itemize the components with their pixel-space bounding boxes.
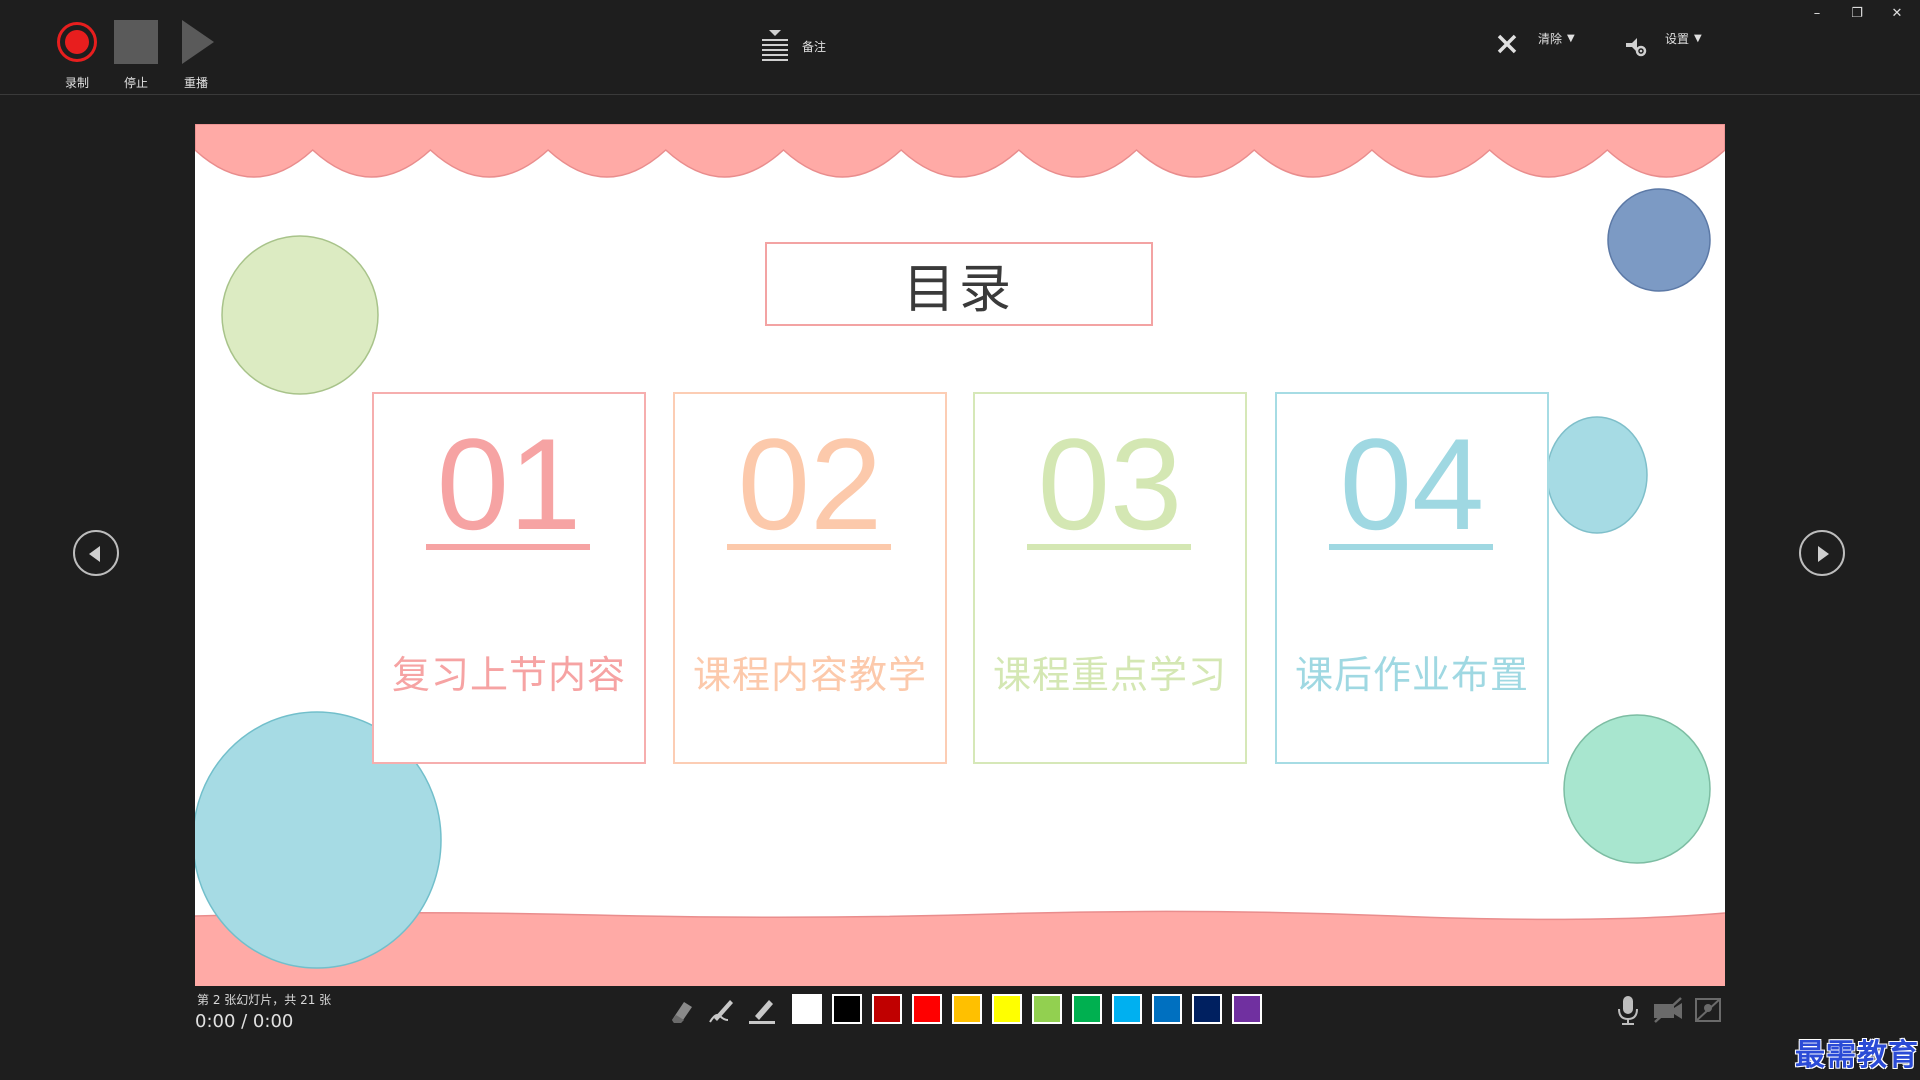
settings-dropdown[interactable]: 设置 ▼ (1665, 30, 1702, 47)
chevron-right-icon (1818, 546, 1829, 562)
stop-label: 停止 (123, 76, 148, 90)
chevron-down-icon: ▼ (1694, 33, 1702, 44)
toc-underline (1027, 544, 1191, 550)
color-swatch[interactable] (1112, 994, 1142, 1024)
settings-label: 设置 (1665, 32, 1690, 46)
slide-title: 目录 (765, 242, 1153, 326)
color-swatch[interactable] (792, 994, 822, 1024)
color-swatch[interactable] (832, 994, 862, 1024)
highlighter-icon (749, 1000, 775, 1024)
slide-title-text: 目录 (902, 259, 1015, 320)
eraser-button[interactable] (662, 992, 702, 1028)
clear-icon[interactable] (1496, 33, 1518, 55)
previous-slide-button[interactable] (73, 530, 119, 576)
color-swatch[interactable] (992, 994, 1022, 1024)
clear-label: 清除 (1538, 32, 1563, 46)
pen-tools (662, 992, 782, 1028)
toc-text: 复习上节内容 (391, 653, 626, 697)
toc-number: 03 (1037, 411, 1183, 557)
record-button[interactable]: 录制 (47, 18, 107, 91)
microphone-icon (1618, 996, 1638, 1025)
notes-icon (762, 30, 788, 61)
camera-off-icon (1654, 997, 1682, 1023)
close-button[interactable]: ✕ (1877, 2, 1917, 26)
toc-text: 课程重点学习 (992, 653, 1227, 697)
toc-number: 02 (737, 411, 883, 557)
restore-button[interactable]: ❐ (1837, 2, 1877, 26)
next-slide-button[interactable] (1799, 530, 1845, 576)
color-swatch[interactable] (1032, 994, 1062, 1024)
color-swatch[interactable] (1232, 994, 1262, 1024)
microphone-button[interactable] (1608, 992, 1648, 1028)
time-display: 0:00 / 0:00 (195, 1011, 294, 1032)
minimize-button[interactable]: – (1797, 2, 1837, 26)
color-swatch[interactable] (1152, 994, 1182, 1024)
highlighter-button[interactable] (742, 992, 782, 1028)
play-icon (172, 18, 220, 66)
color-swatch[interactable] (1072, 994, 1102, 1024)
pen-button[interactable] (702, 992, 742, 1028)
stop-icon (112, 18, 160, 66)
chevron-down-icon: ▼ (1567, 33, 1575, 44)
toc-number: 01 (436, 411, 582, 557)
replay-button[interactable]: 重播 (166, 18, 226, 91)
chevron-left-icon (89, 546, 100, 562)
toc-card-3[interactable]: 03 课程重点学习 (973, 392, 1247, 764)
notes-label: 备注 (802, 39, 827, 54)
camera-button[interactable] (1648, 992, 1688, 1028)
pen-icon (709, 1000, 733, 1023)
recording-toolbar: 录制 停止 重播 备注 清除 ▼ 设置 ▼ – ❐ ✕ (0, 0, 1920, 95)
toc-text: 课后作业布置 (1294, 653, 1529, 697)
color-swatch[interactable] (912, 994, 942, 1024)
toc-number: 04 (1339, 411, 1485, 557)
notes-button[interactable]: 备注 (760, 28, 826, 64)
color-swatch[interactable] (952, 994, 982, 1024)
toc-underline (426, 544, 590, 550)
ink-color-palette (792, 994, 1272, 1024)
settings-icon[interactable] (1624, 34, 1648, 58)
toc-card-1[interactable]: 01 复习上节内容 (372, 392, 646, 764)
camera-preview-button[interactable] (1688, 992, 1728, 1028)
toc-card-2[interactable]: 02 课程内容教学 (673, 392, 947, 764)
media-tools (1608, 992, 1728, 1028)
replay-label: 重播 (183, 76, 208, 90)
watermark: 最需教育 (1795, 1038, 1919, 1073)
record-label: 录制 (64, 76, 89, 90)
record-icon (53, 18, 101, 66)
toc-card-4[interactable]: 04 课后作业布置 (1275, 392, 1549, 764)
toc-underline (1329, 544, 1493, 550)
presenter-window: 录制 停止 重播 备注 清除 ▼ 设置 ▼ – ❐ ✕ 目录 01 复习上节内容… (0, 0, 1920, 1080)
slide-counter: 第 2 张幻灯片，共 21 张 (197, 993, 332, 1007)
toc-underline (727, 544, 891, 550)
eraser-icon (672, 1002, 692, 1023)
clear-dropdown[interactable]: 清除 ▼ (1538, 30, 1575, 47)
camera-preview-off-icon (1695, 998, 1721, 1022)
color-swatch[interactable] (1192, 994, 1222, 1024)
stop-button[interactable]: 停止 (106, 18, 166, 91)
toc-text: 课程内容教学 (692, 653, 927, 697)
color-swatch[interactable] (872, 994, 902, 1024)
slide-canvas: 目录 01 复习上节内容 02 课程内容教学 03 课程重点学习 04 课后作业… (195, 124, 1725, 986)
